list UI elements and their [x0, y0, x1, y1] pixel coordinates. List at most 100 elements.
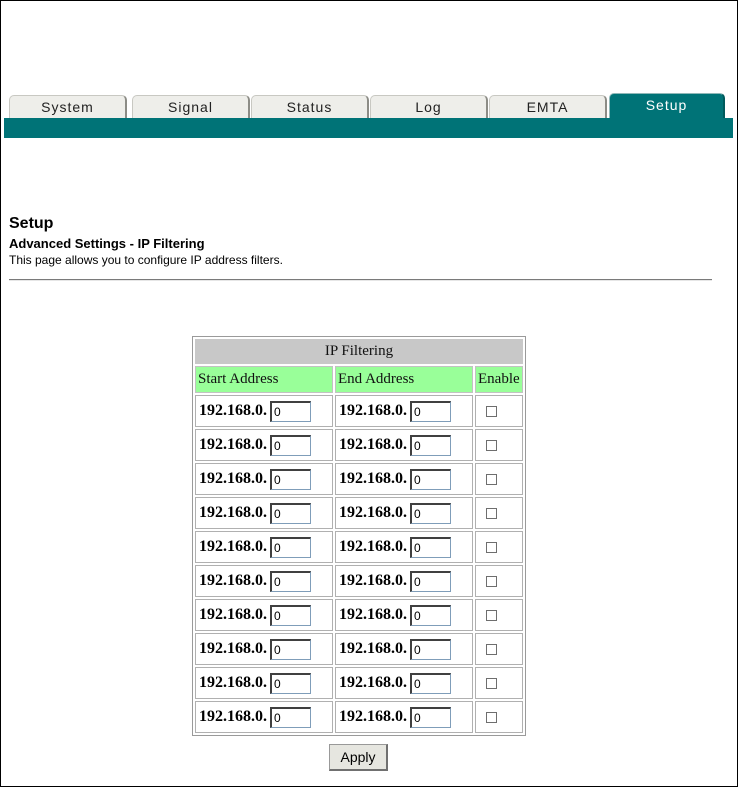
- end-address-input[interactable]: [410, 536, 451, 558]
- end-prefix: 192.168.0.: [339, 402, 407, 419]
- table-row: 192.168.0. 192.168.0.: [195, 565, 523, 597]
- enable-cell: [475, 395, 523, 427]
- enable-cell: [475, 565, 523, 597]
- enable-cell: [475, 599, 523, 631]
- start-address-cell: 192.168.0.: [195, 667, 333, 699]
- end-address-input[interactable]: [410, 502, 451, 524]
- start-prefix: 192.168.0.: [199, 402, 267, 419]
- table-row: 192.168.0. 192.168.0.: [195, 633, 523, 665]
- start-address-input[interactable]: [270, 468, 311, 490]
- end-address-cell: 192.168.0.: [335, 565, 473, 597]
- end-address-input[interactable]: [410, 706, 451, 728]
- start-address-input[interactable]: [270, 400, 311, 422]
- start-address-cell: 192.168.0.: [195, 429, 333, 461]
- start-prefix: 192.168.0.: [199, 606, 267, 623]
- end-prefix: 192.168.0.: [339, 572, 407, 589]
- divider: [9, 279, 712, 281]
- end-address-cell: 192.168.0.: [335, 701, 473, 733]
- start-address-input[interactable]: [270, 536, 311, 558]
- table-row: 192.168.0. 192.168.0.: [195, 701, 523, 733]
- table-row: 192.168.0. 192.168.0.: [195, 497, 523, 529]
- end-prefix: 192.168.0.: [339, 640, 407, 657]
- end-address-input[interactable]: [410, 434, 451, 456]
- end-prefix: 192.168.0.: [339, 436, 407, 453]
- end-prefix: 192.168.0.: [339, 606, 407, 623]
- apply-button[interactable]: Apply: [329, 744, 388, 771]
- column-header-enable: Enable: [475, 366, 523, 393]
- enable-checkbox[interactable]: [486, 575, 497, 587]
- enable-checkbox[interactable]: [486, 541, 497, 553]
- tab-emta[interactable]: EMTA: [489, 95, 607, 118]
- start-address-input[interactable]: [270, 672, 311, 694]
- tab-setup[interactable]: Setup: [609, 93, 725, 118]
- tab-status[interactable]: Status: [251, 95, 369, 118]
- end-prefix: 192.168.0.: [339, 470, 407, 487]
- enable-checkbox[interactable]: [486, 473, 497, 485]
- enable-checkbox[interactable]: [486, 405, 497, 417]
- enable-checkbox[interactable]: [486, 439, 497, 451]
- enable-checkbox[interactable]: [486, 609, 497, 621]
- table-row: 192.168.0. 192.168.0.: [195, 531, 523, 563]
- end-address-input[interactable]: [410, 638, 451, 660]
- tab-signal[interactable]: Signal: [132, 95, 250, 118]
- end-prefix: 192.168.0.: [339, 674, 407, 691]
- end-address-input[interactable]: [410, 672, 451, 694]
- enable-checkbox[interactable]: [486, 677, 497, 689]
- enable-cell: [475, 667, 523, 699]
- start-address-input[interactable]: [270, 570, 311, 592]
- end-address-cell: 192.168.0.: [335, 429, 473, 461]
- page-description: This page allows you to configure IP add…: [9, 253, 283, 267]
- column-header-end: End Address: [335, 366, 473, 393]
- enable-checkbox[interactable]: [486, 711, 497, 723]
- end-address-cell: 192.168.0.: [335, 531, 473, 563]
- end-prefix: 192.168.0.: [339, 504, 407, 521]
- enable-checkbox[interactable]: [486, 643, 497, 655]
- start-address-cell: 192.168.0.: [195, 463, 333, 495]
- start-prefix: 192.168.0.: [199, 504, 267, 521]
- start-address-input[interactable]: [270, 502, 311, 524]
- end-address-input[interactable]: [410, 604, 451, 626]
- enable-cell: [475, 633, 523, 665]
- start-prefix: 192.168.0.: [199, 572, 267, 589]
- end-address-cell: 192.168.0.: [335, 395, 473, 427]
- end-address-cell: 192.168.0.: [335, 463, 473, 495]
- enable-cell: [475, 497, 523, 529]
- start-address-cell: 192.168.0.: [195, 395, 333, 427]
- enable-cell: [475, 463, 523, 495]
- start-address-cell: 192.168.0.: [195, 497, 333, 529]
- start-prefix: 192.168.0.: [199, 640, 267, 657]
- enable-checkbox[interactable]: [486, 507, 497, 519]
- enable-cell: [475, 701, 523, 733]
- page-subtitle: Advanced Settings - IP Filtering: [9, 236, 205, 251]
- start-prefix: 192.168.0.: [199, 708, 267, 725]
- end-address-input[interactable]: [410, 400, 451, 422]
- tab-underline-bar: [4, 118, 733, 138]
- tab-bar: System Signal Status Log EMTA Setup: [9, 93, 727, 118]
- start-address-input[interactable]: [270, 434, 311, 456]
- enable-cell: [475, 531, 523, 563]
- end-address-cell: 192.168.0.: [335, 497, 473, 529]
- end-address-input[interactable]: [410, 570, 451, 592]
- start-prefix: 192.168.0.: [199, 538, 267, 555]
- end-address-cell: 192.168.0.: [335, 599, 473, 631]
- start-address-input[interactable]: [270, 638, 311, 660]
- start-address-input[interactable]: [270, 706, 311, 728]
- table-row: 192.168.0. 192.168.0.: [195, 395, 523, 427]
- table-row: 192.168.0. 192.168.0.: [195, 463, 523, 495]
- start-address-cell: 192.168.0.: [195, 599, 333, 631]
- end-address-input[interactable]: [410, 468, 451, 490]
- end-address-cell: 192.168.0.: [335, 667, 473, 699]
- end-prefix: 192.168.0.: [339, 538, 407, 555]
- table-row: 192.168.0. 192.168.0.: [195, 429, 523, 461]
- tab-system[interactable]: System: [9, 95, 127, 118]
- filter-rows: 192.168.0.192.168.0.192.168.0.192.168.0.…: [195, 395, 523, 733]
- tab-log[interactable]: Log: [370, 95, 488, 118]
- end-address-cell: 192.168.0.: [335, 633, 473, 665]
- page-title: Setup: [9, 215, 54, 232]
- table-row: 192.168.0. 192.168.0.: [195, 667, 523, 699]
- start-prefix: 192.168.0.: [199, 470, 267, 487]
- start-address-cell: 192.168.0.: [195, 701, 333, 733]
- start-address-cell: 192.168.0.: [195, 633, 333, 665]
- start-address-input[interactable]: [270, 604, 311, 626]
- ip-filtering-table: IP Filtering Start Address End Address E…: [192, 336, 526, 736]
